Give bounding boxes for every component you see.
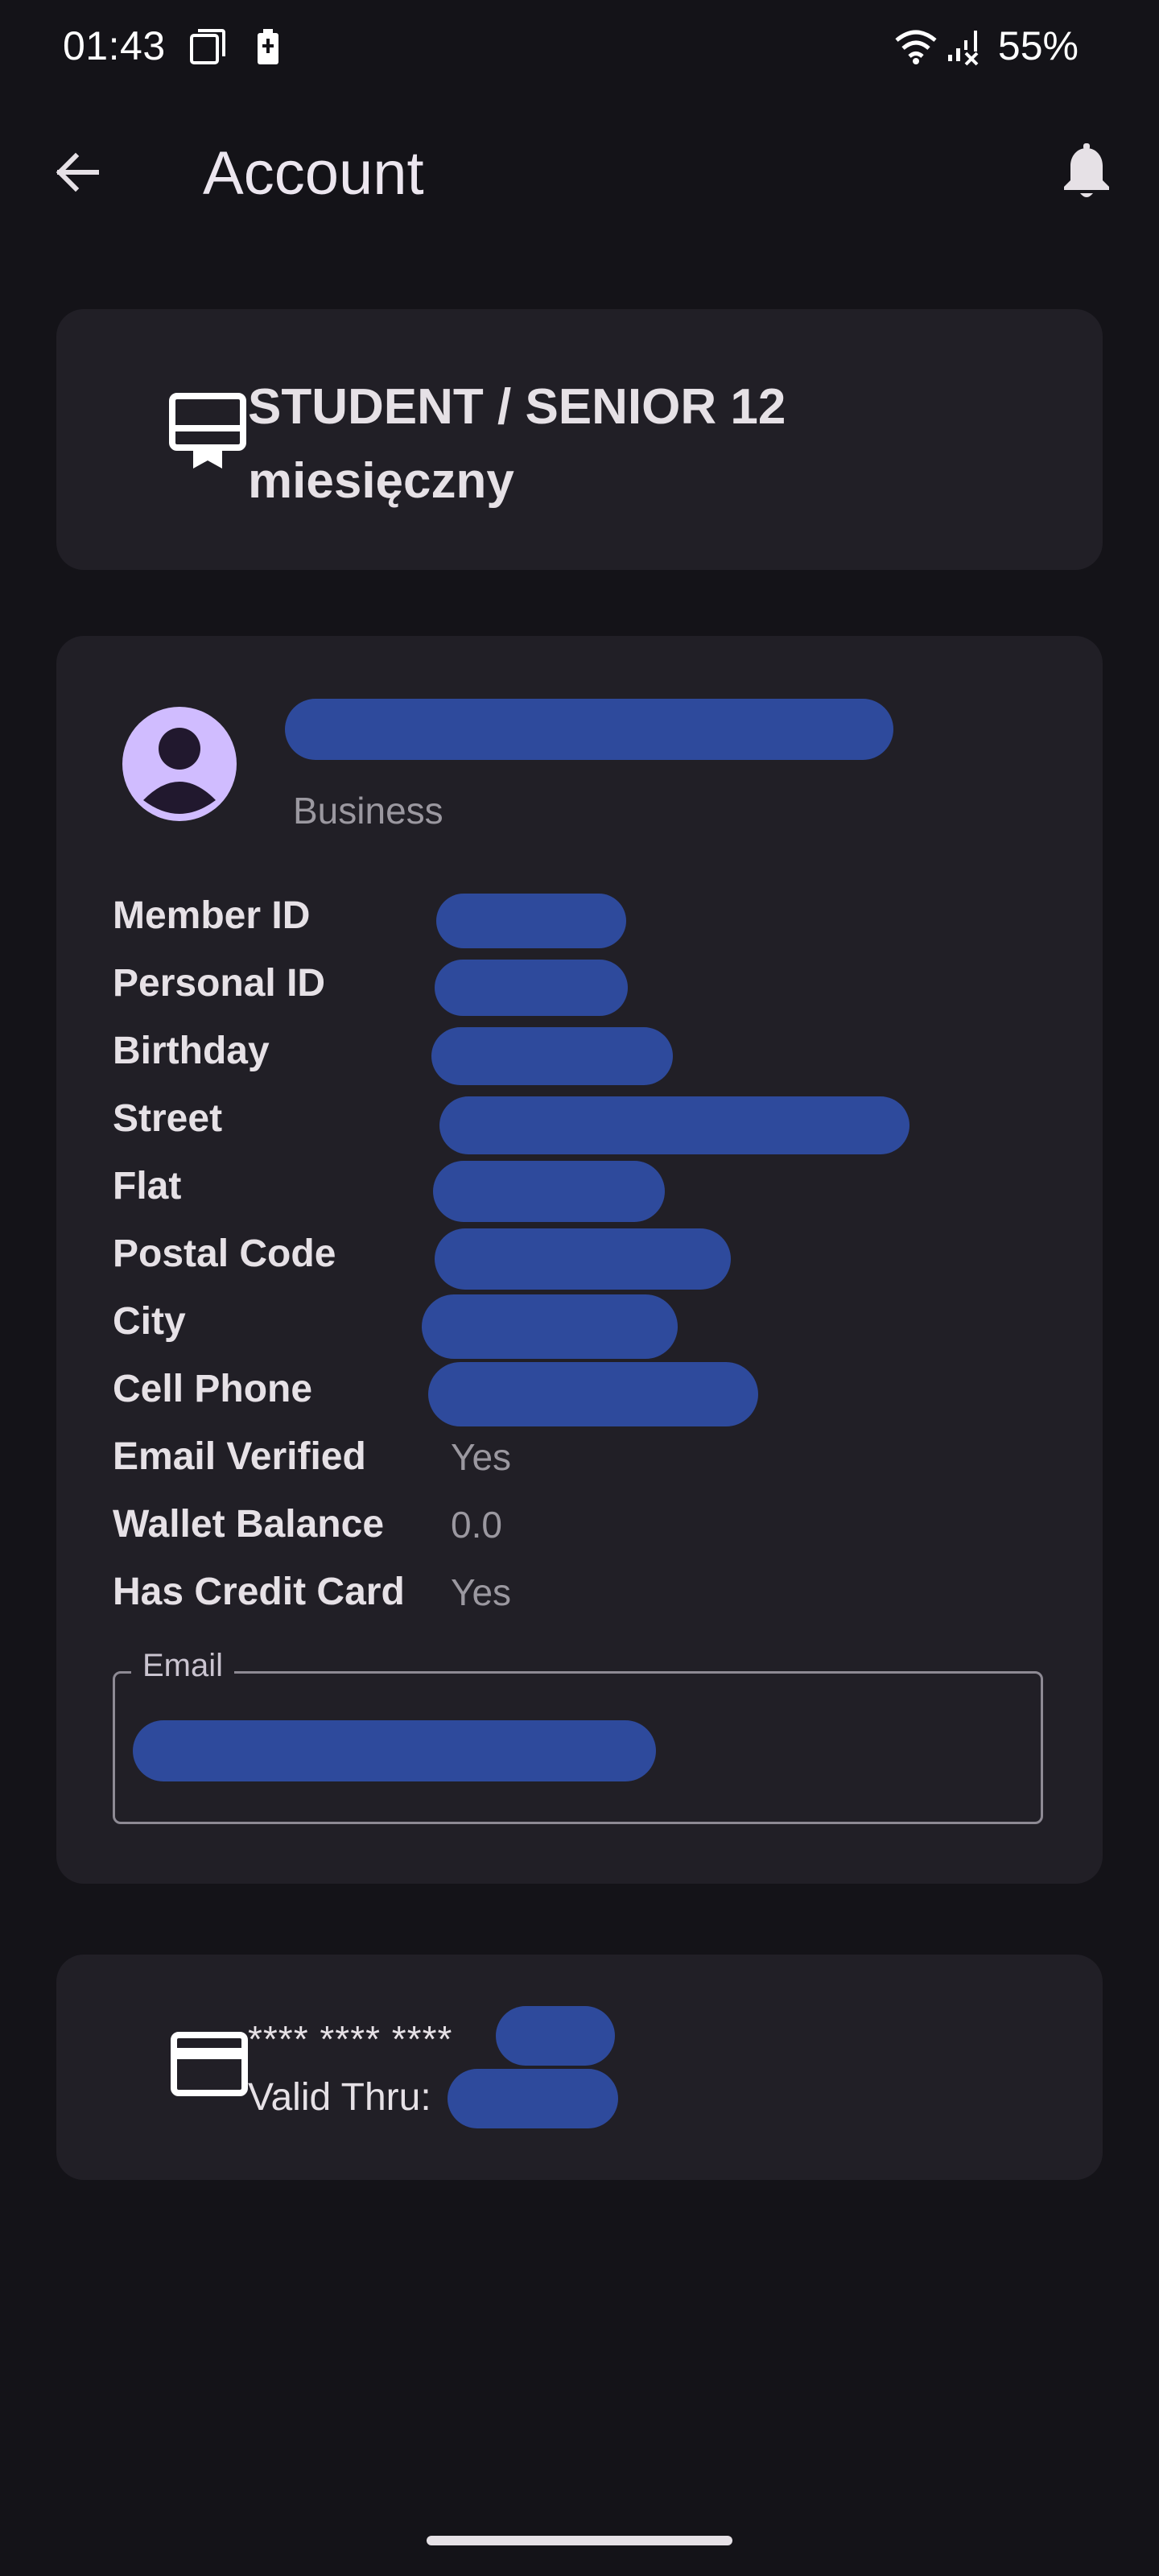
info-label: Cell Phone — [113, 1368, 313, 1410]
ticket-card-icon — [169, 393, 246, 474]
info-row-wallet-balance: Wallet Balance 0.0 — [113, 1491, 1038, 1558]
redacted-value — [433, 1161, 665, 1222]
info-value: 0.0 — [451, 1504, 502, 1546]
bell-icon — [1061, 142, 1112, 205]
battery-saver-icon — [256, 27, 280, 70]
info-table: Member ID Personal ID Birthday Street Fl… — [113, 882, 1038, 1626]
payment-card[interactable]: **** **** **** Valid Thru: — [56, 1955, 1103, 2180]
info-row-cell-phone: Cell Phone — [113, 1356, 1038, 1426]
info-label: Flat — [113, 1165, 182, 1208]
no-signal-icon — [947, 27, 982, 70]
info-row-birthday: Birthday — [113, 1018, 1038, 1085]
plan-name: STUDENT / SENIOR 12 miesięczny — [248, 379, 786, 509]
info-row-has-credit-card: Has Credit Card Yes — [113, 1558, 1038, 1626]
info-row-postal-code: Postal Code — [113, 1220, 1038, 1290]
info-label: Postal Code — [113, 1232, 336, 1275]
info-row-city: City — [113, 1288, 1038, 1359]
status-bar: 01:43 55% — [0, 0, 1159, 97]
info-label: Birthday — [113, 1030, 270, 1072]
card-number-masked: **** **** **** — [248, 2018, 453, 2060]
app-bar: Account — [0, 113, 1159, 233]
account-type: Business — [293, 790, 443, 832]
info-label: Has Credit Card — [113, 1571, 405, 1613]
info-value: Yes — [451, 1571, 512, 1613]
redacted-expiry — [448, 2069, 618, 2128]
redacted-value — [439, 1096, 909, 1154]
wifi-icon — [893, 27, 938, 70]
info-label: Member ID — [113, 894, 311, 937]
arrow-back-icon — [52, 147, 103, 202]
plan-card[interactable]: STUDENT / SENIOR 12 miesięczny — [56, 309, 1103, 570]
avatar — [122, 707, 237, 821]
redacted-value — [435, 960, 628, 1016]
battery-percent: 55% — [997, 23, 1079, 68]
info-label: Email Verified — [113, 1435, 366, 1478]
status-time: 01:43 — [63, 23, 166, 68]
credit-card-icon — [171, 2032, 248, 2100]
redacted-card-digits — [496, 2006, 615, 2066]
email-field-label: Email — [131, 1648, 235, 1684]
redacted-email — [133, 1720, 656, 1781]
redacted-value — [431, 1027, 673, 1085]
redacted-name — [285, 699, 893, 760]
info-value: Yes — [451, 1436, 512, 1478]
account-circle-icon — [122, 728, 237, 821]
info-row-member-id: Member ID — [113, 882, 1038, 950]
screenshot-icon — [188, 27, 227, 70]
email-field[interactable]: Email — [113, 1648, 1043, 1824]
notifications-button[interactable] — [1054, 142, 1119, 206]
redacted-value — [422, 1294, 678, 1359]
info-label: Personal ID — [113, 962, 326, 1005]
redacted-value — [435, 1228, 731, 1290]
profile-card: Business Member ID Personal ID Birthday … — [56, 636, 1103, 1884]
back-button[interactable] — [45, 142, 109, 206]
info-label: Wallet Balance — [113, 1503, 385, 1546]
info-row-personal-id: Personal ID — [113, 950, 1038, 1018]
page-title: Account — [203, 139, 424, 208]
redacted-value — [428, 1362, 758, 1426]
redacted-value — [436, 894, 626, 948]
info-row-street: Street — [113, 1085, 1038, 1154]
info-label: Street — [113, 1097, 223, 1140]
info-row-email-verified: Email Verified Yes — [113, 1423, 1038, 1491]
valid-thru-label: Valid Thru: — [248, 2076, 431, 2119]
info-row-flat: Flat — [113, 1153, 1038, 1222]
home-indicator[interactable] — [427, 2536, 732, 2545]
info-label: City — [113, 1300, 186, 1343]
